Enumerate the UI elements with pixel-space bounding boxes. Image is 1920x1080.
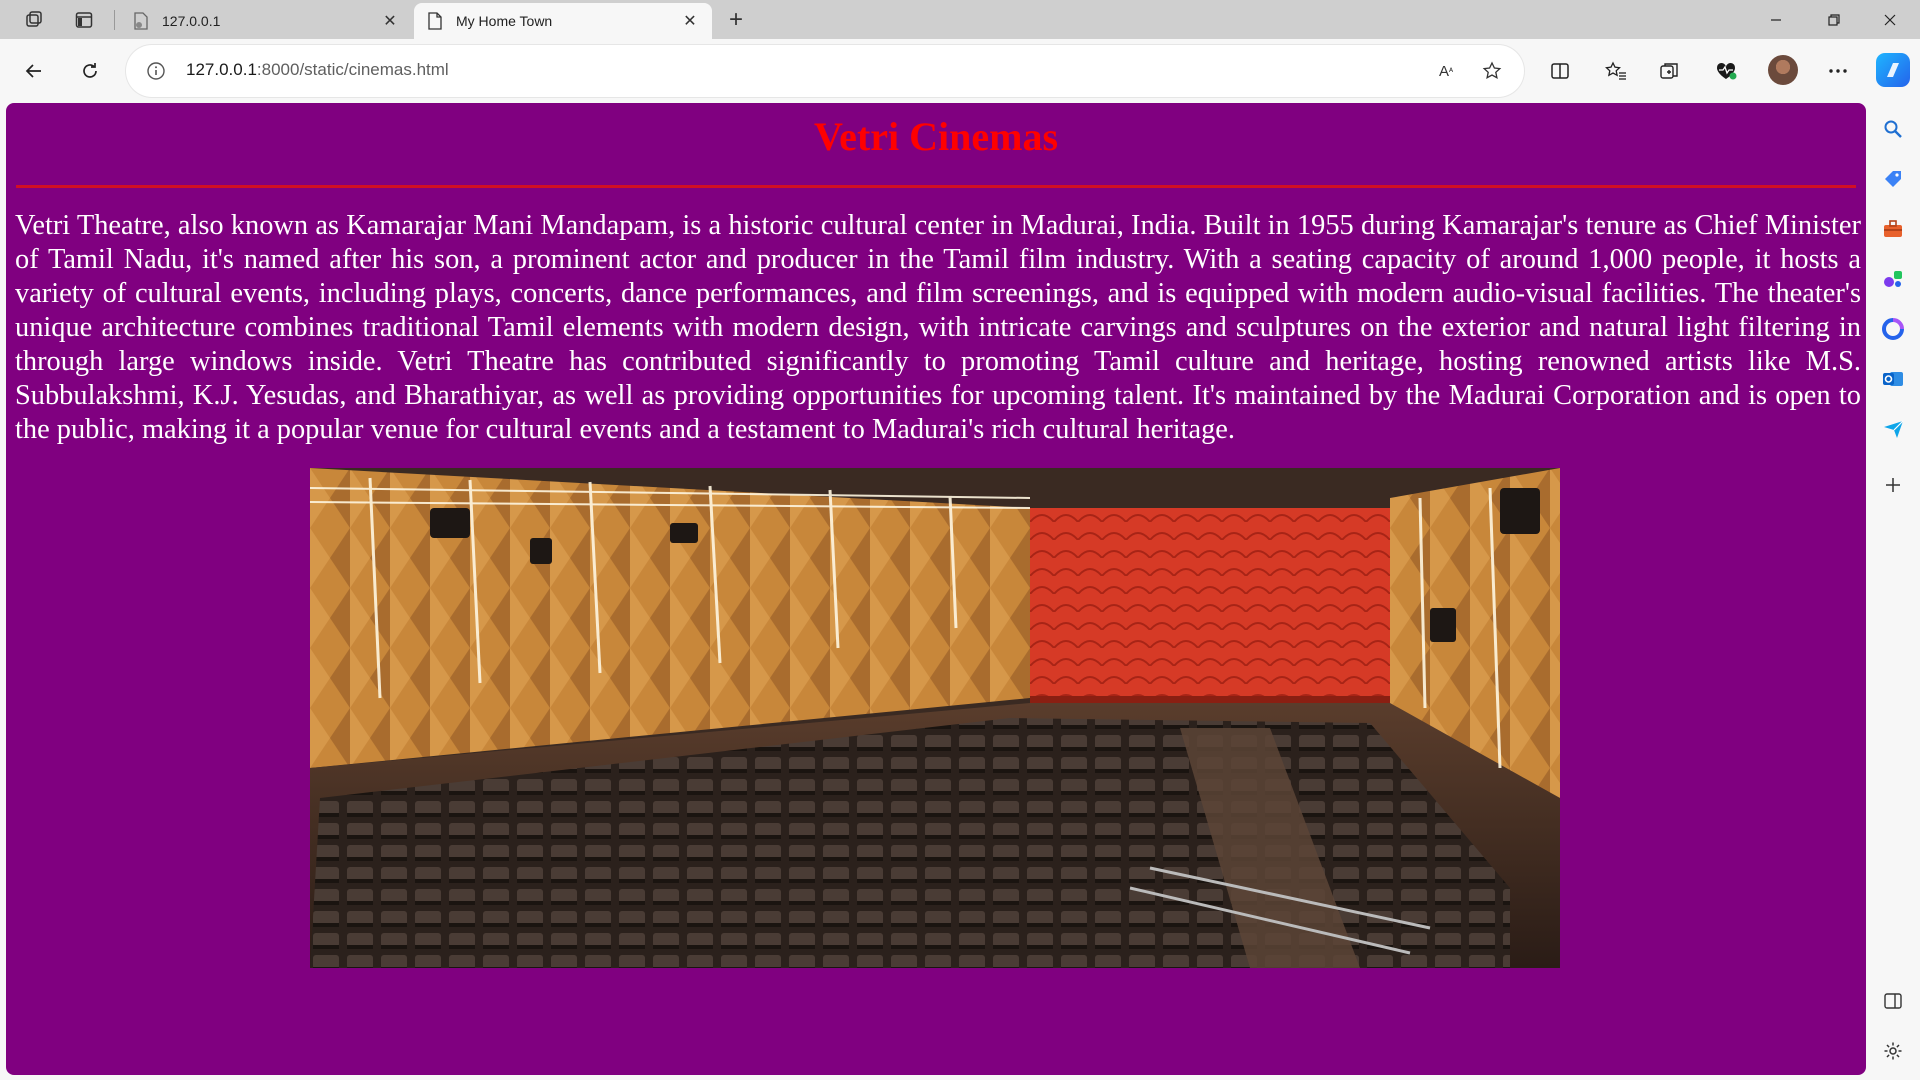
add-icon[interactable]: [1881, 473, 1905, 497]
collections-icon[interactable]: [1650, 53, 1690, 89]
read-aloud-icon[interactable]: Aᴬ: [1434, 59, 1458, 83]
url-host: 127.0.0.1: [186, 60, 257, 79]
tab-my-home-town[interactable]: My Home Town ✕: [414, 3, 712, 39]
more-icon[interactable]: [1818, 53, 1858, 89]
address-bar[interactable]: 127.0.0.1:8000/static/cinemas.html Aᴬ: [126, 45, 1524, 97]
page-title: Vetri Cinemas: [813, 114, 1059, 159]
page-viewport: Vetri Cinemas Vetri Theatre, also known …: [6, 103, 1866, 1075]
tab-127-0-0-1[interactable]: 127.0.0.1 ✕: [120, 3, 412, 39]
page-icon: [426, 12, 444, 30]
page-icon: [132, 12, 150, 30]
url-path: :8000/static/cinemas.html: [256, 60, 449, 79]
refresh-icon[interactable]: [70, 53, 110, 89]
tab-title: 127.0.0.1: [162, 13, 221, 29]
tab-actions-icon[interactable]: [68, 4, 100, 36]
tab-strip: 127.0.0.1 ✕ My Home Town ✕ +: [0, 0, 1920, 39]
horizontal-rule: [16, 185, 1856, 188]
minimize-icon[interactable]: [1748, 0, 1804, 39]
close-icon[interactable]: ✕: [680, 11, 700, 31]
search-icon[interactable]: [1881, 117, 1905, 141]
profile-avatar[interactable]: [1768, 55, 1798, 85]
shopping-tag-icon[interactable]: [1881, 167, 1905, 191]
microsoft-365-icon[interactable]: [1881, 317, 1905, 341]
close-icon[interactable]: ✕: [380, 11, 400, 31]
browser-toolbar: 127.0.0.1:8000/static/cinemas.html Aᴬ: [0, 39, 1920, 103]
tab-title: My Home Town: [456, 13, 553, 29]
outlook-icon[interactable]: [1881, 367, 1905, 391]
sidebar-toggle-icon[interactable]: [1881, 989, 1905, 1013]
favorites-icon[interactable]: [1596, 53, 1636, 89]
window-close-icon[interactable]: [1862, 0, 1918, 39]
tab-separator: [114, 10, 115, 30]
address-url[interactable]: 127.0.0.1:8000/static/cinemas.html: [186, 60, 449, 80]
workspaces-icon[interactable]: [18, 4, 50, 36]
split-screen-icon[interactable]: [1540, 53, 1580, 89]
cinema-hall-image: [310, 468, 1560, 968]
new-tab-icon[interactable]: +: [720, 4, 752, 36]
edge-sidebar: [1866, 103, 1920, 1080]
back-arrow-icon[interactable]: [14, 53, 54, 89]
tools-icon[interactable]: [1881, 217, 1905, 241]
settings-gear-icon[interactable]: [1881, 1039, 1905, 1063]
description-paragraph: Vetri Theatre, also known as Kamarajar M…: [15, 210, 1861, 445]
restore-icon[interactable]: [1806, 0, 1862, 39]
games-icon[interactable]: [1881, 267, 1905, 291]
copilot-icon[interactable]: [1876, 53, 1910, 87]
site-info-icon[interactable]: [146, 61, 166, 81]
browser-essentials-icon[interactable]: [1706, 53, 1746, 89]
send-icon[interactable]: [1881, 417, 1905, 441]
star-icon[interactable]: [1480, 59, 1504, 83]
